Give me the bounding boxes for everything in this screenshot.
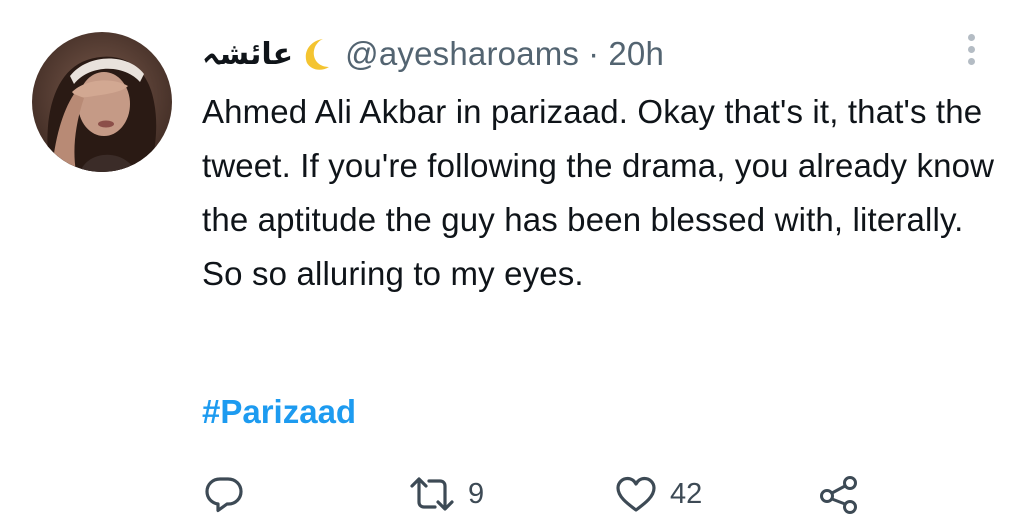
like-count: 42 <box>670 477 703 510</box>
tweet-header: عائشہ @ayesharoams · 20h <box>202 28 664 80</box>
reply-icon <box>203 474 245 514</box>
retweet-count: 9 <box>468 477 485 510</box>
avatar[interactable] <box>32 32 172 172</box>
tweet-timestamp[interactable]: 20h <box>608 35 664 72</box>
heart-icon <box>614 474 658 514</box>
avatar-image <box>32 32 172 172</box>
tweet-card[interactable]: عائشہ @ayesharoams · 20h Ahmed Ali Akbar i… <box>0 0 1024 524</box>
handle-and-time: @ayesharoams · 20h <box>345 35 664 73</box>
more-vertical-icon[interactable] <box>960 34 982 70</box>
hashtag-link[interactable]: #Parizaad <box>202 393 356 431</box>
share-button[interactable] <box>818 472 860 516</box>
action-bar: 9 42 <box>0 472 1024 516</box>
reply-button[interactable] <box>203 472 257 516</box>
retweet-icon <box>408 474 456 514</box>
separator-dot: · <box>588 35 600 72</box>
share-icon <box>818 474 860 514</box>
like-button[interactable]: 42 <box>614 472 702 516</box>
display-name[interactable]: عائشہ <box>202 37 293 72</box>
crescent-moon-icon <box>301 37 331 71</box>
user-handle[interactable]: @ayesharoams <box>345 35 579 72</box>
tweet-text: Ahmed Ali Akbar in parizaad. Okay that's… <box>202 93 995 292</box>
retweet-button[interactable]: 9 <box>408 472 484 516</box>
